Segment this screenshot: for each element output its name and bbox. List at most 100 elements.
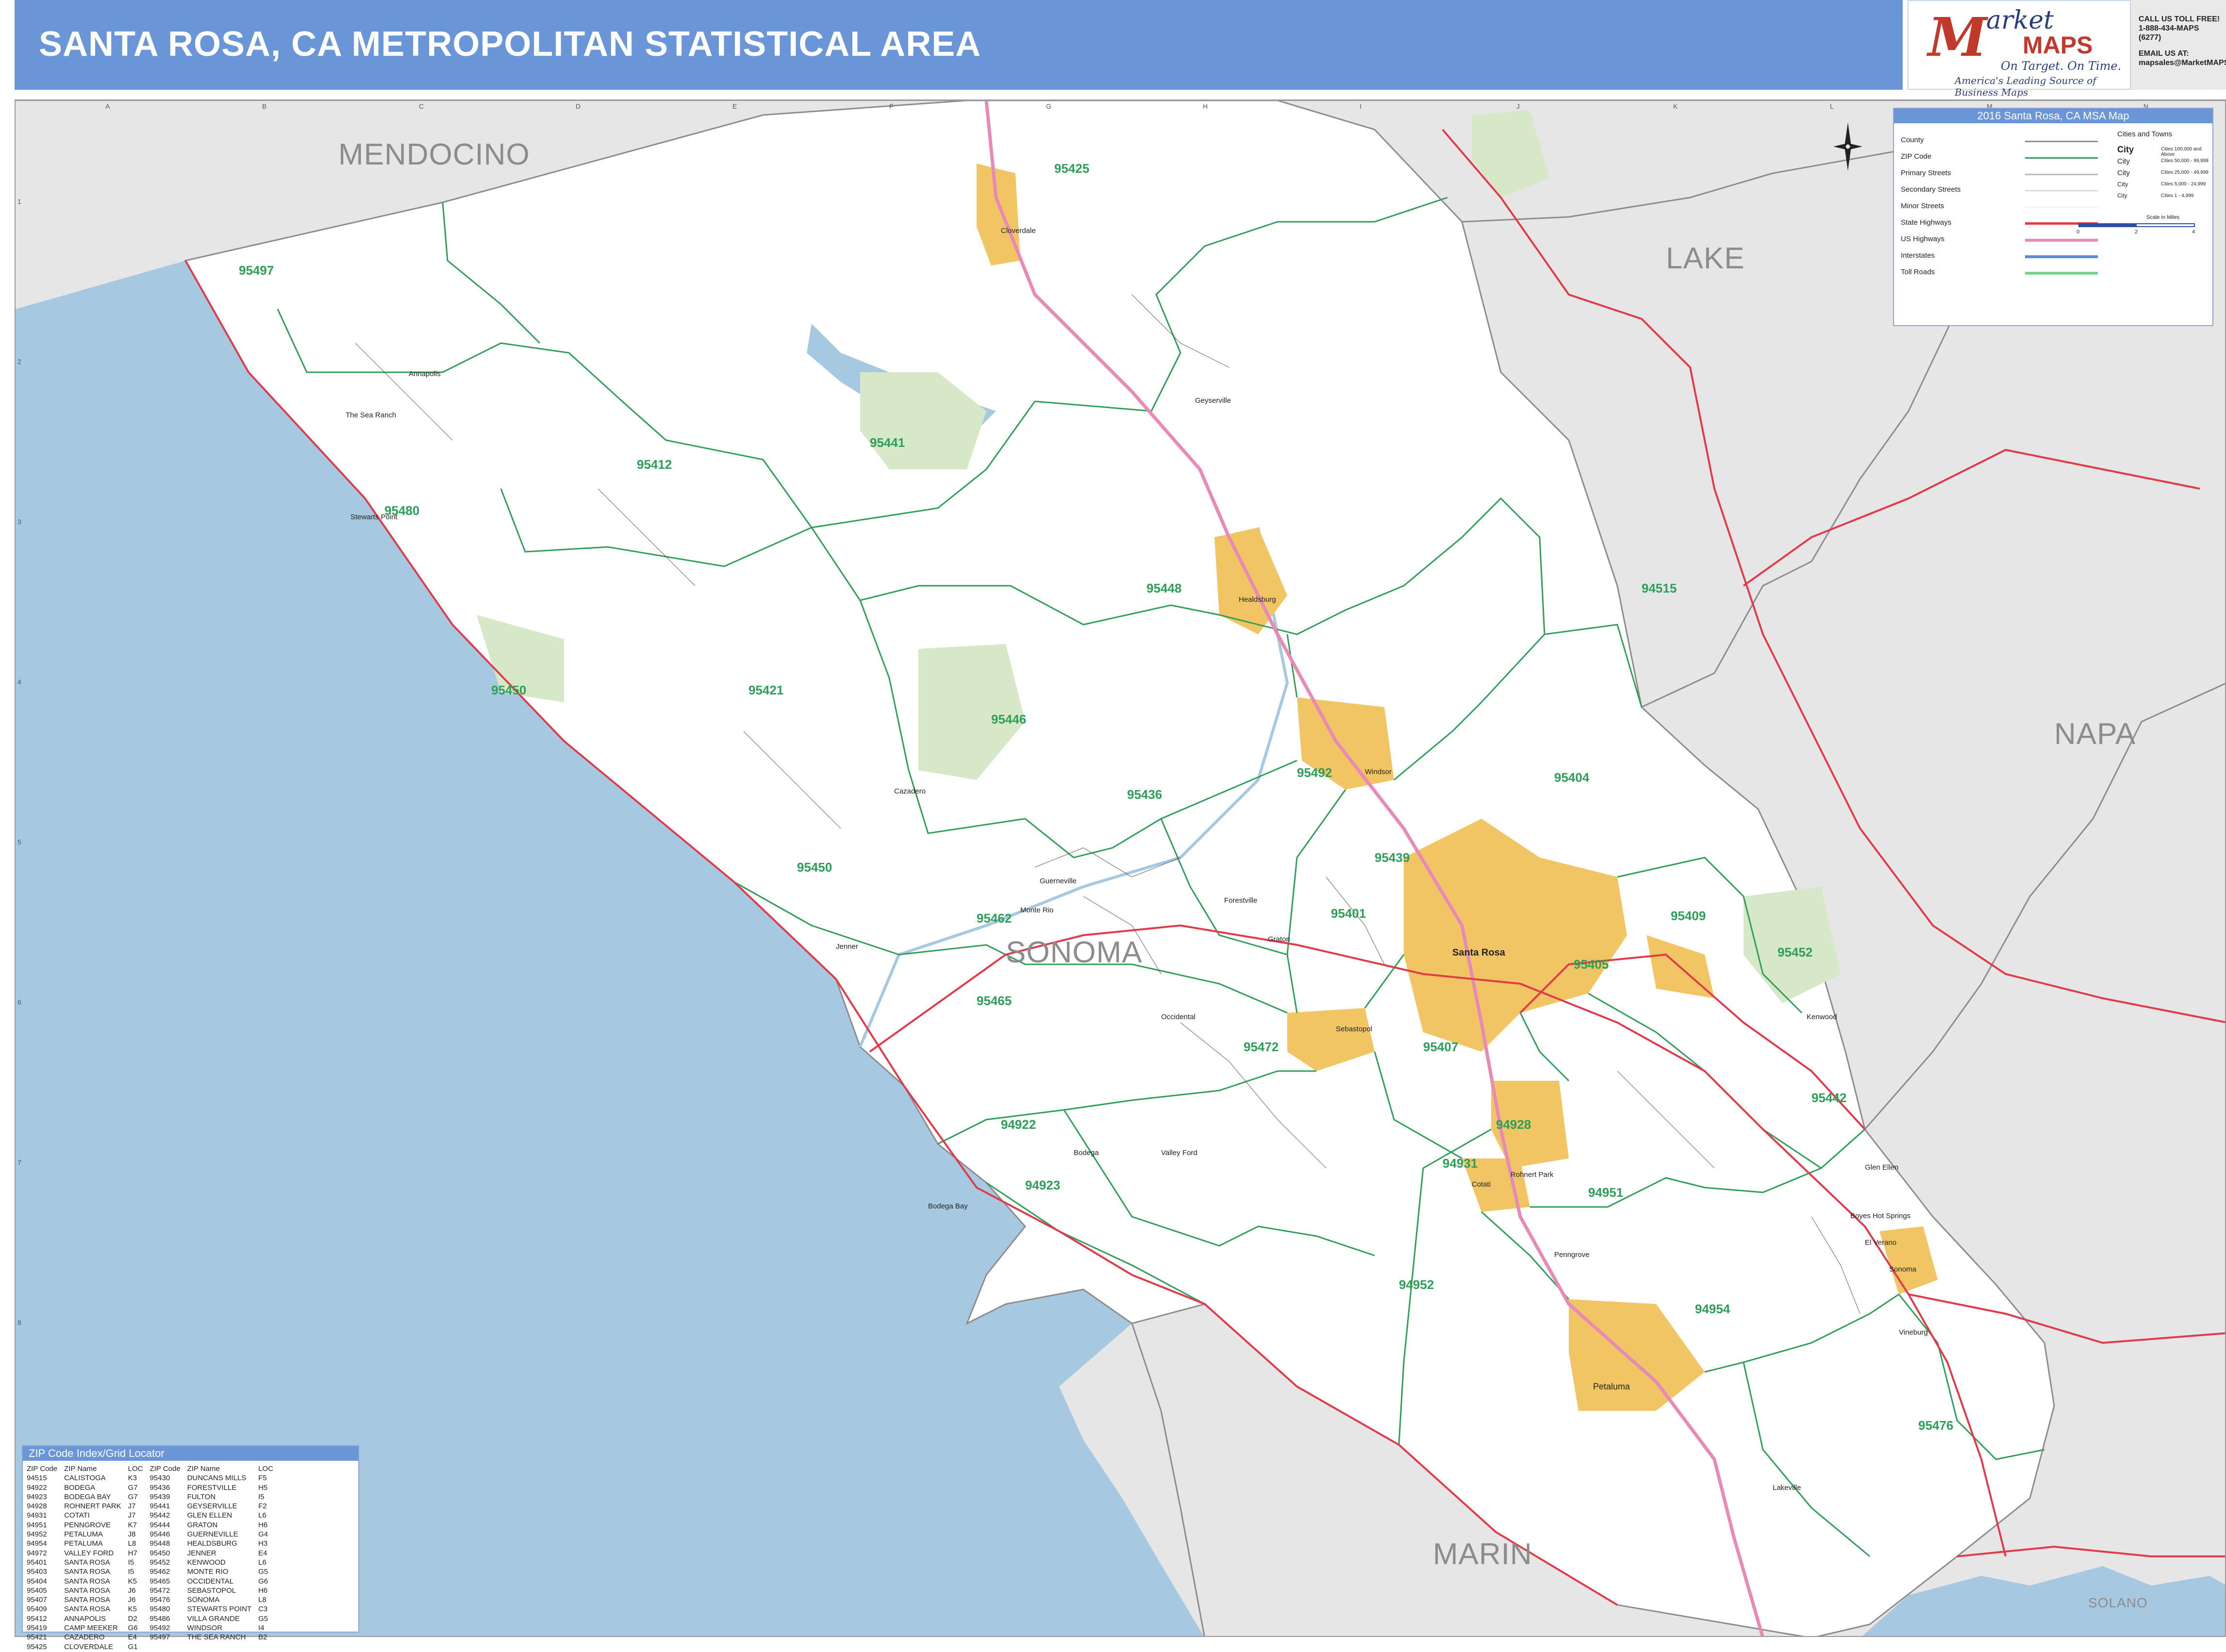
grid-col-h: H (1203, 102, 1208, 110)
grid-col-d: D (576, 102, 581, 110)
table-cell: E4 (128, 1633, 137, 1642)
table-cell: 94951 (27, 1520, 47, 1529)
county-label-mendocino: MENDOCINO (338, 138, 530, 171)
table-row: 95419 CAMP MEEKER G6 95492 WINDSOR I4 (24, 1624, 276, 1632)
table-cell: 95425 (27, 1642, 47, 1651)
city-label: Vineburg (1899, 1328, 1928, 1337)
grid-col-a: A (105, 102, 110, 110)
city-label: Penngrove (1554, 1251, 1590, 1259)
zip-label: 94928 (1496, 1117, 1531, 1132)
table-cell: J7 (128, 1511, 136, 1520)
table-cell: GLEN ELLEN (187, 1511, 233, 1520)
table-cell: G7 (128, 1492, 138, 1501)
table-cell: 95436 (150, 1483, 170, 1492)
table-cell: 95412 (27, 1614, 47, 1623)
city-label: The Sea Ranch (346, 411, 397, 419)
grid-col-l: L (1830, 102, 1834, 110)
table-cell: 95452 (150, 1558, 170, 1567)
table-cell: FULTON (187, 1492, 216, 1501)
table-cell: PETALUMA (64, 1539, 103, 1548)
table-cell: G5 (258, 1614, 268, 1623)
table-cell: GEYSERVILLE (187, 1502, 237, 1511)
city-label: Guerneville (1040, 877, 1077, 885)
table-cell: K3 (128, 1474, 137, 1483)
city-label: Occidental (1161, 1013, 1196, 1021)
zip-label: 95404 (1554, 770, 1590, 785)
call-label: CALL US TOLL FREE! (2139, 15, 2220, 23)
legend-city-size: City (2117, 169, 2130, 177)
table-cell: DUNCANS MILLS (187, 1474, 247, 1483)
table-cell: 94922 (27, 1483, 47, 1492)
map-area[interactable]: A B C D E F G H I J K L M N 1 2 3 4 5 6 … (15, 99, 2226, 1637)
legend-city-size: City (2117, 157, 2130, 165)
logo-letter: M (1928, 6, 1987, 68)
legend-item: Minor Streets (1901, 202, 1944, 210)
logo-subtitle: America's Leading Source of Business Map… (1955, 75, 2096, 98)
table-row: 94931 COTATI J7 95442 GLEN ELLEN L6 (24, 1511, 276, 1520)
zip-label: 95442 (1811, 1090, 1847, 1105)
table-cell: J6 (128, 1586, 136, 1595)
zip-label: 95462 (977, 911, 1012, 925)
table-cell: PENNGROVE (64, 1520, 111, 1529)
table-cell: GRATON (187, 1520, 218, 1529)
city-label: Sebastopol (1336, 1025, 1373, 1033)
table-cell (255, 1643, 276, 1651)
legend-swatch-county (2025, 141, 2098, 142)
city-label: Graton (1268, 935, 1290, 943)
zip-label: 95407 (1423, 1040, 1459, 1054)
map-legend: 2016 Santa Rosa, CA MSA Map County ZIP C… (1893, 108, 2213, 326)
city-label: Lakeville (1773, 1484, 1801, 1492)
table-row: 95421 CAZADERO E4 95497 THE SEA RANCH B2 (24, 1633, 276, 1641)
legend-scale-tick: 0 (2076, 229, 2080, 235)
zip-index-header-row: ZIP Code ZIP Name LOC ZIP Code ZIP Name … (24, 1465, 276, 1473)
city-label: Healdsburg (1239, 595, 1276, 604)
table-cell (147, 1643, 183, 1651)
table-cell: 95476 (150, 1596, 170, 1604)
legend-item: Interstates (1901, 251, 1935, 260)
zip-label: 94515 (1642, 581, 1677, 595)
table-cell: G4 (258, 1530, 268, 1539)
table-cell: ROHNERT PARK (64, 1502, 121, 1511)
table-cell: SANTA ROSA (64, 1596, 110, 1604)
table-cell: 95441 (150, 1502, 170, 1511)
zip-label: 95450 (491, 683, 527, 697)
county-label-sonoma: SONOMA (1006, 936, 1143, 969)
table-cell: WINDSOR (187, 1624, 223, 1633)
table-cell: I5 (258, 1492, 265, 1501)
city-label: Bodega Bay (928, 1202, 968, 1210)
zip-label: 95401 (1331, 906, 1366, 921)
grid-col-f: F (889, 102, 894, 110)
zip-label: 95412 (637, 457, 672, 472)
table-cell: K7 (128, 1520, 137, 1529)
table-cell: VALLEY FORD (64, 1549, 114, 1557)
table-cell: 95442 (150, 1511, 170, 1520)
table-cell: G1 (128, 1642, 138, 1651)
table-cell: BODEGA (64, 1483, 96, 1492)
table-cell: F5 (258, 1474, 267, 1483)
table-cell: H3 (258, 1539, 268, 1548)
legend-item: ZIP Code (1901, 152, 1932, 161)
email-address: mapsales@MarketMAPS.com (2139, 59, 2226, 67)
grid-row-5: 5 (17, 838, 21, 846)
table-cell: G6 (128, 1624, 138, 1633)
table-cell: THE SEA RANCH (187, 1633, 246, 1642)
grid-col-b: B (262, 102, 267, 110)
table-cell: 95448 (150, 1539, 170, 1548)
table-cell: L6 (258, 1558, 266, 1567)
city-label: Cazadero (894, 787, 926, 795)
legend-scale-tick: 2 (2135, 229, 2138, 235)
table-cell: SANTA ROSA (64, 1558, 110, 1567)
county-label-lake: LAKE (1666, 242, 1745, 275)
city-label: Santa Rosa (1452, 947, 1505, 958)
table-cell: JENNER (187, 1549, 216, 1557)
grid-row-7: 7 (17, 1158, 21, 1166)
zip-label: 95441 (870, 435, 905, 450)
grid-row-4: 4 (17, 678, 21, 686)
zip-label: 95497 (239, 263, 274, 278)
table-cell: G5 (258, 1568, 268, 1576)
column-header: LOC (128, 1465, 143, 1473)
table-cell: I4 (258, 1624, 265, 1633)
table-row: 94954 PETALUMA L8 95448 HEALDSBURG H3 (24, 1539, 276, 1548)
zip-label: 95436 (1127, 787, 1163, 802)
city-label: Valley Ford (1161, 1149, 1197, 1157)
